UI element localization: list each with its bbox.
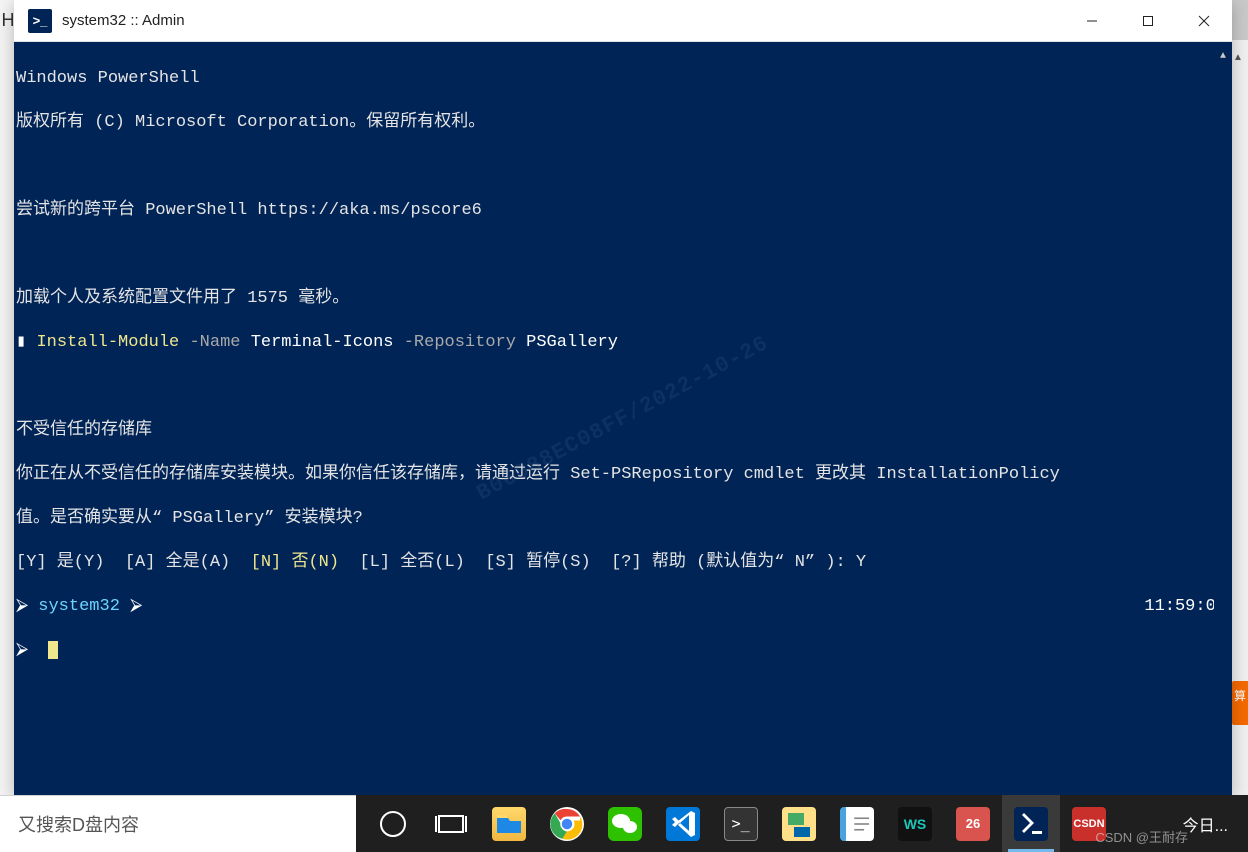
vscode-icon (666, 807, 700, 841)
terminal-icon: >_ (724, 807, 758, 841)
terminal-line: 版权所有 (C) Microsoft Corporation。保留所有权利。 (16, 112, 1226, 134)
prompt-marker: ▮ (16, 333, 36, 352)
terminal-input-line[interactable]: ⮚ (16, 640, 1226, 662)
window-title: system32 :: Admin (62, 12, 185, 29)
maximize-button[interactable] (1120, 0, 1176, 41)
terminal-options-line: [Y] 是(Y) [A] 全是(A) [N] 否(N) [L] 全否(L) [S… (16, 552, 1226, 574)
cmd-token: Terminal-Icons (251, 333, 394, 352)
minimize-button[interactable] (1064, 0, 1120, 41)
option-text: [L] 全否(L) [S] 暂停(S) [?] 帮助 (默认值为“ N” ): … (339, 553, 866, 572)
terminal-scrollbar[interactable]: ▲ (1214, 42, 1232, 795)
prompt-glyph-icon: ⮚ (16, 597, 38, 616)
taskbar-search-input[interactable]: 又搜索D盘内容 (0, 795, 356, 852)
scroll-up-icon[interactable]: ▲ (1214, 42, 1232, 68)
prompt-path: system32 (38, 597, 120, 616)
prompt-glyph-icon: ⮚ (16, 641, 38, 660)
powershell-icon (1014, 807, 1048, 841)
powershell-window: >_ system32 :: Admin Windows PowerShell … (14, 0, 1232, 795)
webstorm-icon: WS (898, 807, 932, 841)
terminal-line (16, 156, 1226, 178)
close-button[interactable] (1176, 0, 1232, 41)
prompt-glyph-icon: ⮚ (120, 597, 142, 616)
chrome-button[interactable] (538, 795, 596, 852)
cortana-ring-icon (380, 811, 406, 837)
option-default: [N] 否(N) (251, 553, 339, 572)
putty-icon (782, 807, 816, 841)
powershell-titlebar-icon: >_ (28, 9, 52, 33)
webstorm-button[interactable]: WS (886, 795, 944, 852)
putty-button[interactable] (770, 795, 828, 852)
terminal-line: 你正在从不受信任的存储库安装模块。如果你信任该存储库，请通过运行 Set-PSR… (16, 464, 1226, 486)
terminal-body[interactable]: Windows PowerShell 版权所有 (C) Microsoft Co… (14, 42, 1232, 795)
task-view-button[interactable] (422, 795, 480, 852)
command-prompt-button[interactable]: >_ (712, 795, 770, 852)
notes-button[interactable] (828, 795, 886, 852)
side-widget[interactable]: 算 (1232, 681, 1248, 725)
csdn-button[interactable]: CSDN (1060, 795, 1118, 852)
terminal-line (16, 244, 1226, 266)
terminal-line (16, 376, 1226, 398)
cmd-token: PSGallery (526, 333, 618, 352)
file-explorer-button[interactable] (480, 795, 538, 852)
wechat-button[interactable] (596, 795, 654, 852)
search-placeholder: 又搜索D盘内容 (18, 811, 139, 837)
desktop: H ▲ 算 >_ system32 :: Admin Windows Power… (0, 0, 1248, 852)
titlebar[interactable]: >_ system32 :: Admin (14, 0, 1232, 42)
calendar-button[interactable]: 26 (944, 795, 1002, 852)
csdn-icon: CSDN (1072, 807, 1106, 841)
cmd-token: -Repository (394, 333, 527, 352)
powershell-taskbar-button[interactable] (1002, 795, 1060, 852)
terminal-prompt-line: ⮚ system32 ⮚11:59:07 (16, 596, 1226, 618)
terminal-line: 值。是否确实要从“ PSGallery” 安装模块? (16, 508, 1226, 530)
notes-icon (840, 807, 874, 841)
terminal-line: 加载个人及系统配置文件用了 1575 毫秒。 (16, 288, 1226, 310)
terminal-line: 不受信任的存储库 (16, 420, 1226, 442)
cursor-icon (48, 641, 58, 659)
chrome-icon (550, 807, 584, 841)
cmd-token: Install-Module (36, 333, 179, 352)
page-scroll-up-icon[interactable]: ▲ (1233, 52, 1243, 63)
svg-text:>_: >_ (732, 814, 751, 832)
terminal-command-line: ▮ Install-Module -Name Terminal-Icons -R… (16, 332, 1226, 354)
cortana-button[interactable] (364, 795, 422, 852)
calendar-icon: 26 (956, 807, 990, 841)
background-right-strip: ▲ 算 (1230, 40, 1248, 795)
wechat-icon (608, 807, 642, 841)
terminal-line: Windows PowerShell (16, 68, 1226, 90)
terminal-line: 尝试新的跨平台 PowerShell https://aka.ms/pscore… (16, 200, 1226, 222)
taskbar-right-text[interactable]: 今日... (1183, 812, 1240, 836)
option-text: [Y] 是(Y) [A] 全是(A) (16, 553, 251, 572)
task-view-icon (434, 807, 468, 841)
window-controls (1064, 0, 1232, 41)
taskbar: >_ WS 26 CSDN 今日... CSDN @王耐存 (356, 795, 1248, 852)
vscode-button[interactable] (654, 795, 712, 852)
file-explorer-icon (492, 807, 526, 841)
cmd-token: -Name (179, 333, 250, 352)
